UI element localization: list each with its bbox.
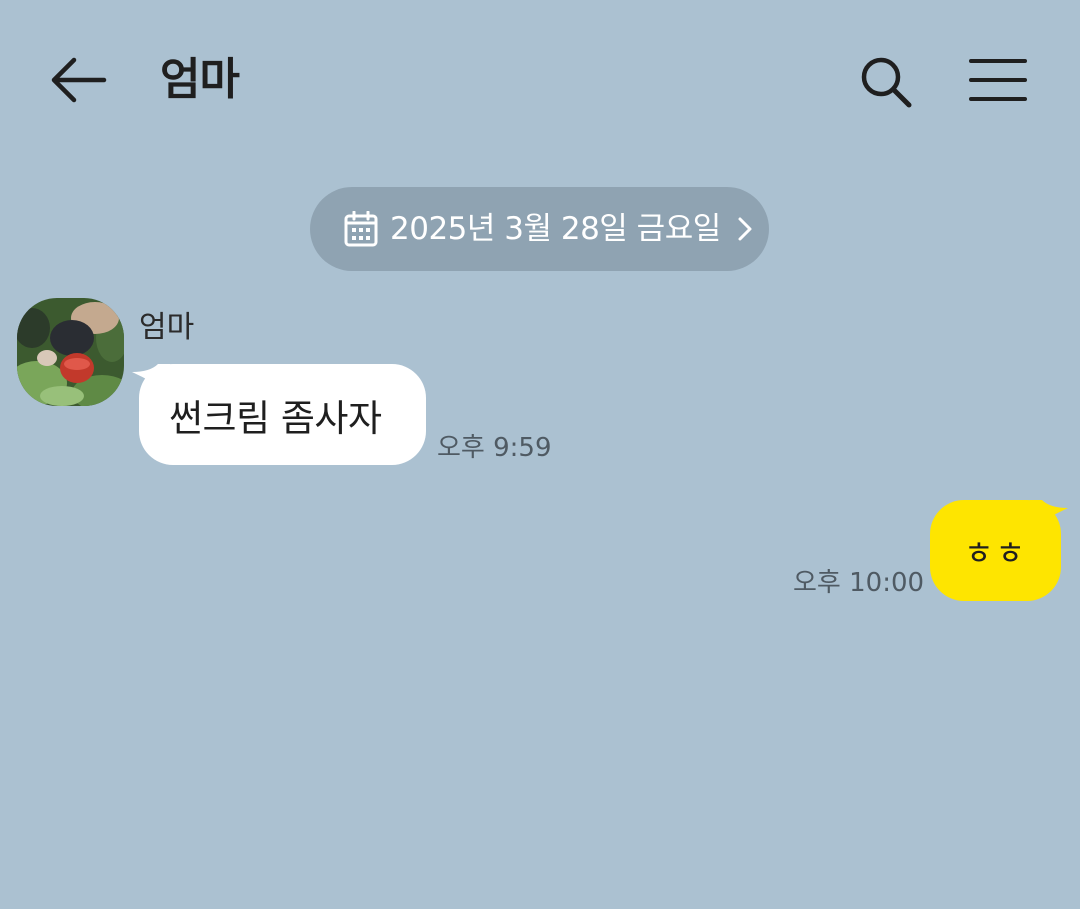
date-divider[interactable]: 2025년 3월 28일 금요일: [310, 187, 769, 271]
avatar[interactable]: [17, 298, 124, 406]
chat-title: 엄마: [160, 54, 240, 105]
search-button[interactable]: [852, 48, 920, 116]
sender-name: 엄마: [139, 310, 195, 345]
message-text: 썬크림 좀사자: [169, 396, 382, 440]
message-time: 오후 10:00: [793, 568, 925, 598]
profile-photo: [17, 298, 124, 406]
message-text: ㅎㅎ: [964, 533, 1027, 572]
search-icon: [861, 57, 912, 108]
outgoing-bubble-tail: [1030, 500, 1068, 530]
chat-header: 엄마: [0, 0, 1080, 160]
calendar-icon: [344, 211, 378, 247]
chevron-right-icon: [735, 214, 755, 244]
back-arrow-icon: [51, 57, 107, 103]
menu-icon: [969, 59, 1027, 101]
back-button[interactable]: [40, 48, 116, 112]
date-text: 2025년 3월 28일 금요일: [390, 211, 721, 247]
message-time: 오후 9:59: [437, 433, 552, 463]
incoming-message-bubble[interactable]: 썬크림 좀사자: [139, 364, 426, 465]
chat-screen: 엄마 2025년 3월 28일 금요일 엄마 썬크림 좀사자 오후 9:59 오…: [0, 0, 1080, 909]
menu-button[interactable]: [958, 48, 1038, 112]
